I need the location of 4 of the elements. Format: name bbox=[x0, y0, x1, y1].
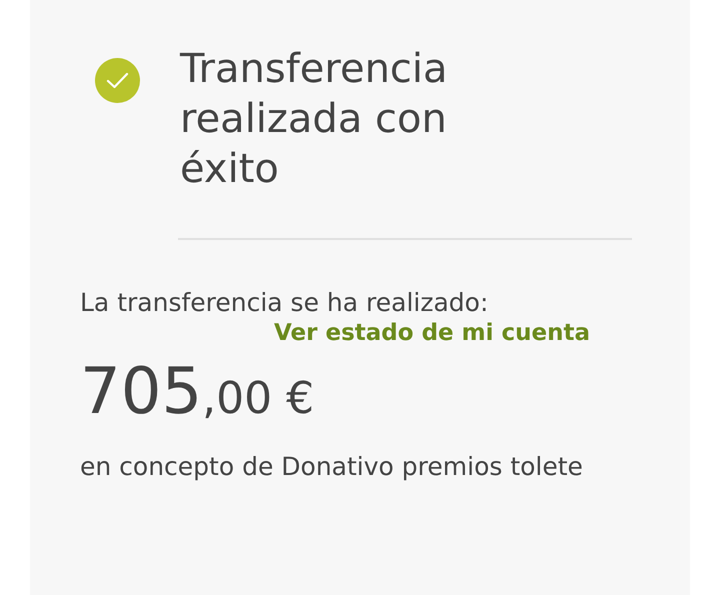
concept-text: en concepto de Donativo premios tolete bbox=[80, 451, 584, 483]
success-title: Transferencia realizada con éxito bbox=[180, 45, 449, 194]
amount: 705,00 € bbox=[80, 360, 316, 424]
checkmark-icon bbox=[95, 58, 140, 103]
